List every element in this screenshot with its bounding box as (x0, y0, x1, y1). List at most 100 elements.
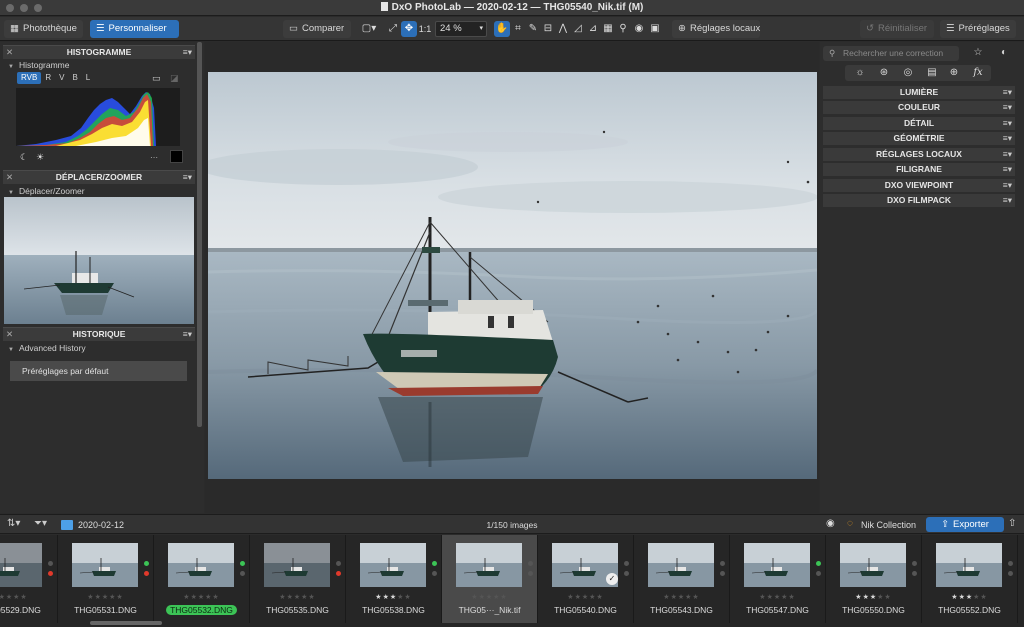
star-rating[interactable]: ★★★★★ (154, 593, 249, 601)
star-icon[interactable]: ★ (20, 594, 27, 601)
local-adjustments-button[interactable]: ⊕ Réglages locaux (672, 20, 760, 38)
perspective-tool-icon[interactable]: ⋀ (555, 21, 571, 37)
star-icon[interactable]: ★ (279, 594, 286, 601)
watermark-tab-icon[interactable]: ⊕ (943, 65, 965, 81)
filmstrip-thumbnail[interactable]: ★★★★★ THG05531.DNG (58, 535, 153, 623)
section-geometry[interactable]: GÉOMÉTRIE ≡▾ (823, 132, 1015, 145)
filmstrip-thumbnail[interactable]: ★★★★★ THG05552.DNG (922, 535, 1017, 623)
panel-menu-icon[interactable]: ≡▾ (183, 46, 192, 59)
left-panel-scrollbar[interactable] (197, 42, 202, 427)
eye-icon[interactable]: ◉ (631, 21, 647, 37)
star-icon[interactable]: ★ (87, 594, 94, 601)
red-eye-tool-icon[interactable]: ⊿ (585, 21, 601, 37)
geometry-tab-icon[interactable]: ▤ (921, 65, 943, 81)
horizon-tool-icon[interactable]: ⊟ (540, 21, 556, 37)
close-icon[interactable]: ✕ (6, 328, 13, 341)
toggle-icon[interactable]: ◐ (994, 46, 1014, 60)
star-icon[interactable]: ★ (479, 594, 486, 601)
filmstrip-thumbnail[interactable]: ★★★★★ THG05543.DNG (634, 535, 729, 623)
zoom-100-button[interactable]: 1:1 (416, 21, 434, 37)
panel-menu-icon[interactable]: ≡▾ (1003, 163, 1012, 176)
channel-rvb[interactable]: RVB (17, 72, 42, 84)
grid-overlay-icon[interactable]: ▦ (600, 21, 616, 37)
panel-menu-icon[interactable]: ≡▾ (1003, 132, 1012, 145)
filmstrip-scrollbar[interactable] (90, 621, 162, 625)
star-rating[interactable]: ★★★★★ (730, 593, 825, 601)
star-icon[interactable]: ★ (500, 594, 507, 601)
filmstrip-thumbnail[interactable]: ★★★★★ THG05···_Nik.tif (442, 535, 537, 623)
light-tab-icon[interactable]: ☼ (849, 65, 871, 81)
navigator-thumbnail[interactable] (4, 197, 194, 324)
panel-menu-icon[interactable]: ≡▾ (183, 328, 192, 341)
close-icon[interactable]: ✕ (6, 46, 13, 59)
star-icon[interactable]: ★ (383, 594, 390, 601)
star-icon[interactable]: ★ (575, 594, 582, 601)
filmstrip-thumbnail[interactable]: ★★★★★ THG05538.DNG (346, 535, 441, 623)
filmstrip-thumbnail[interactable]: ★★★★★ THG05535.DNG (250, 535, 345, 623)
zoom-select[interactable]: 24 % ▾ (435, 21, 487, 37)
correction-search-input[interactable]: ⚲ Rechercher une correction (823, 46, 959, 61)
shadows-clip-icon[interactable]: ☾ (20, 152, 28, 163)
picker-icon[interactable]: ⋯ (150, 153, 158, 162)
section-local-adjustments[interactable]: RÉGLAGES LOCAUX ≡▾ (823, 148, 1015, 161)
move-zoom-subheader[interactable]: ▼ Déplacer/Zoomer (8, 186, 85, 196)
tab-library[interactable]: ▦ Photothèque (4, 20, 83, 38)
star-icon[interactable]: ☆ (968, 46, 988, 60)
histogram-panel-header[interactable]: ✕ HISTOGRAMME ≡▾ (3, 45, 195, 59)
move-tool-icon[interactable]: ✥ (401, 21, 417, 37)
star-rating[interactable]: ★★★★★ (58, 593, 153, 601)
star-icon[interactable]: ★ (759, 594, 766, 601)
star-icon[interactable]: ★ (95, 594, 102, 601)
star-icon[interactable]: ★ (767, 594, 774, 601)
star-rating[interactable]: ★★★★★ (538, 593, 633, 601)
panel-menu-icon[interactable]: ≡▾ (1003, 117, 1012, 130)
star-icon[interactable]: ★ (959, 594, 966, 601)
star-icon[interactable]: ★ (183, 594, 190, 601)
star-icon[interactable]: ★ (308, 594, 315, 601)
star-icon[interactable]: ★ (863, 594, 870, 601)
star-rating[interactable]: ★★★★★ (826, 593, 921, 601)
channel-l[interactable]: L (82, 72, 94, 84)
star-icon[interactable]: ★ (191, 594, 198, 601)
star-rating[interactable]: ★★★★★ (442, 593, 537, 601)
fit-screen-icon[interactable]: ⤢ (385, 21, 401, 37)
star-icon[interactable]: ★ (951, 594, 958, 601)
star-icon[interactable]: ★ (663, 594, 670, 601)
star-icon[interactable]: ★ (980, 594, 987, 601)
highlights-clip-icon[interactable]: ☀ (36, 152, 44, 163)
star-icon[interactable]: ★ (375, 594, 382, 601)
volume-tool-icon[interactable]: ◿ (570, 21, 586, 37)
mask-overlay-icon[interactable]: ▣ (647, 21, 663, 37)
clipping-icon[interactable]: ◪ (170, 73, 179, 84)
section-detail[interactable]: DÉTAIL ≡▾ (823, 117, 1015, 130)
star-icon[interactable]: ★ (404, 594, 411, 601)
star-icon[interactable]: ★ (788, 594, 795, 601)
fullscreen-icon[interactable]: ◉ (826, 518, 835, 529)
filmstrip-thumbnail[interactable]: ★★★★★ THG05529.DNG (0, 535, 57, 623)
channel-v[interactable]: V (55, 72, 68, 84)
panel-menu-icon[interactable]: ≡▾ (1003, 148, 1012, 161)
star-icon[interactable]: ★ (567, 594, 574, 601)
star-rating[interactable]: ★★★★★ (250, 593, 345, 601)
section-color[interactable]: COULEUR ≡▾ (823, 101, 1015, 114)
crop-tool-icon[interactable]: ⌗ (510, 21, 526, 37)
star-rating[interactable]: ★★★★★ (634, 593, 729, 601)
history-item[interactable]: Préréglages par défaut (10, 361, 187, 381)
filmstrip-thumbnail[interactable]: ★★★★★ THG05532.DNG (154, 535, 249, 623)
share-icon[interactable]: ⇧ (1008, 518, 1016, 529)
filmstrip-thumbnail[interactable]: ★★★★★ THG05550.DNG (826, 535, 921, 623)
panel-menu-icon[interactable]: ≡▾ (1003, 179, 1012, 192)
hand-tool-icon[interactable]: ✋ (494, 21, 510, 37)
tab-customize[interactable]: ☰ Personnaliser (90, 20, 179, 38)
effects-tab-icon[interactable]: fx (967, 65, 989, 81)
section-light[interactable]: LUMIÈRE ≡▾ (823, 86, 1015, 99)
star-icon[interactable]: ★ (116, 594, 123, 601)
star-icon[interactable]: ★ (855, 594, 862, 601)
panel-menu-icon[interactable]: ≡▾ (1003, 194, 1012, 207)
view-mode-dropdown[interactable]: ▢▾ (358, 21, 380, 37)
nik-collection-button[interactable]: Nik Collection (861, 520, 916, 530)
star-rating[interactable]: ★★★★★ (346, 593, 441, 601)
section-filmpack[interactable]: DXO FILMPACK ≡▾ (823, 194, 1015, 207)
channel-r[interactable]: R (41, 72, 55, 84)
star-icon[interactable]: ★ (884, 594, 891, 601)
